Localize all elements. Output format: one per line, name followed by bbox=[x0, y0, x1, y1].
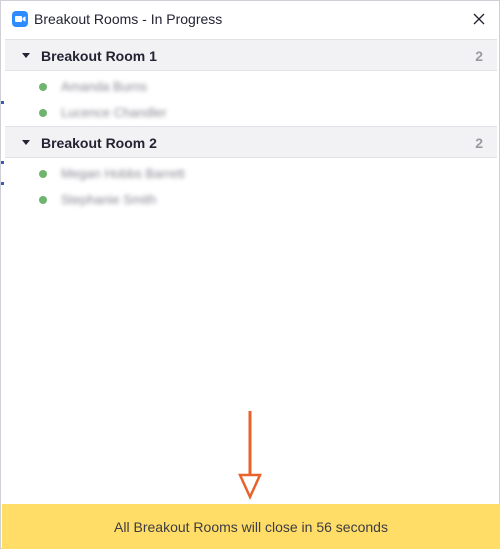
countdown-banner: All Breakout Rooms will close in 56 seco… bbox=[2, 504, 500, 549]
online-status-icon bbox=[39, 109, 47, 117]
room-name: Breakout Room 2 bbox=[41, 135, 157, 151]
edge-artifact bbox=[1, 101, 4, 104]
participant-name: Amanda Burns bbox=[61, 79, 147, 94]
participant-item: Lucence Chandler bbox=[39, 103, 339, 123]
room-name: Breakout Room 1 bbox=[41, 48, 157, 64]
close-icon[interactable] bbox=[469, 9, 489, 29]
room-header-breakout-room-1[interactable]: Breakout Room 1 2 bbox=[5, 39, 497, 71]
participant-name: Stephanie Smith bbox=[61, 192, 157, 207]
room-participant-count: 2 bbox=[475, 135, 483, 151]
room-header-breakout-room-2[interactable]: Breakout Room 2 2 bbox=[5, 126, 497, 158]
participant-name: Lucence Chandler bbox=[61, 105, 167, 120]
edge-artifact bbox=[1, 182, 4, 185]
participant-item: Megan Hobbs Barrett bbox=[39, 164, 339, 184]
title-bar: Breakout Rooms - In Progress bbox=[1, 1, 499, 37]
breakout-rooms-window: Breakout Rooms - In Progress Breakout Ro… bbox=[0, 0, 500, 549]
caret-down-icon[interactable] bbox=[22, 53, 30, 58]
video-camera-icon bbox=[12, 11, 28, 27]
online-status-icon bbox=[39, 196, 47, 204]
edge-artifact bbox=[1, 161, 4, 164]
online-status-icon bbox=[39, 83, 47, 91]
participant-item: Amanda Burns bbox=[39, 77, 339, 97]
room-participant-count: 2 bbox=[475, 48, 483, 64]
online-status-icon bbox=[39, 170, 47, 178]
participant-name: Megan Hobbs Barrett bbox=[61, 166, 185, 181]
window-title: Breakout Rooms - In Progress bbox=[34, 11, 223, 27]
caret-down-icon[interactable] bbox=[22, 140, 30, 145]
countdown-text: All Breakout Rooms will close in 56 seco… bbox=[114, 518, 388, 535]
participant-item: Stephanie Smith bbox=[39, 190, 339, 210]
arrow-down-icon bbox=[237, 409, 263, 501]
